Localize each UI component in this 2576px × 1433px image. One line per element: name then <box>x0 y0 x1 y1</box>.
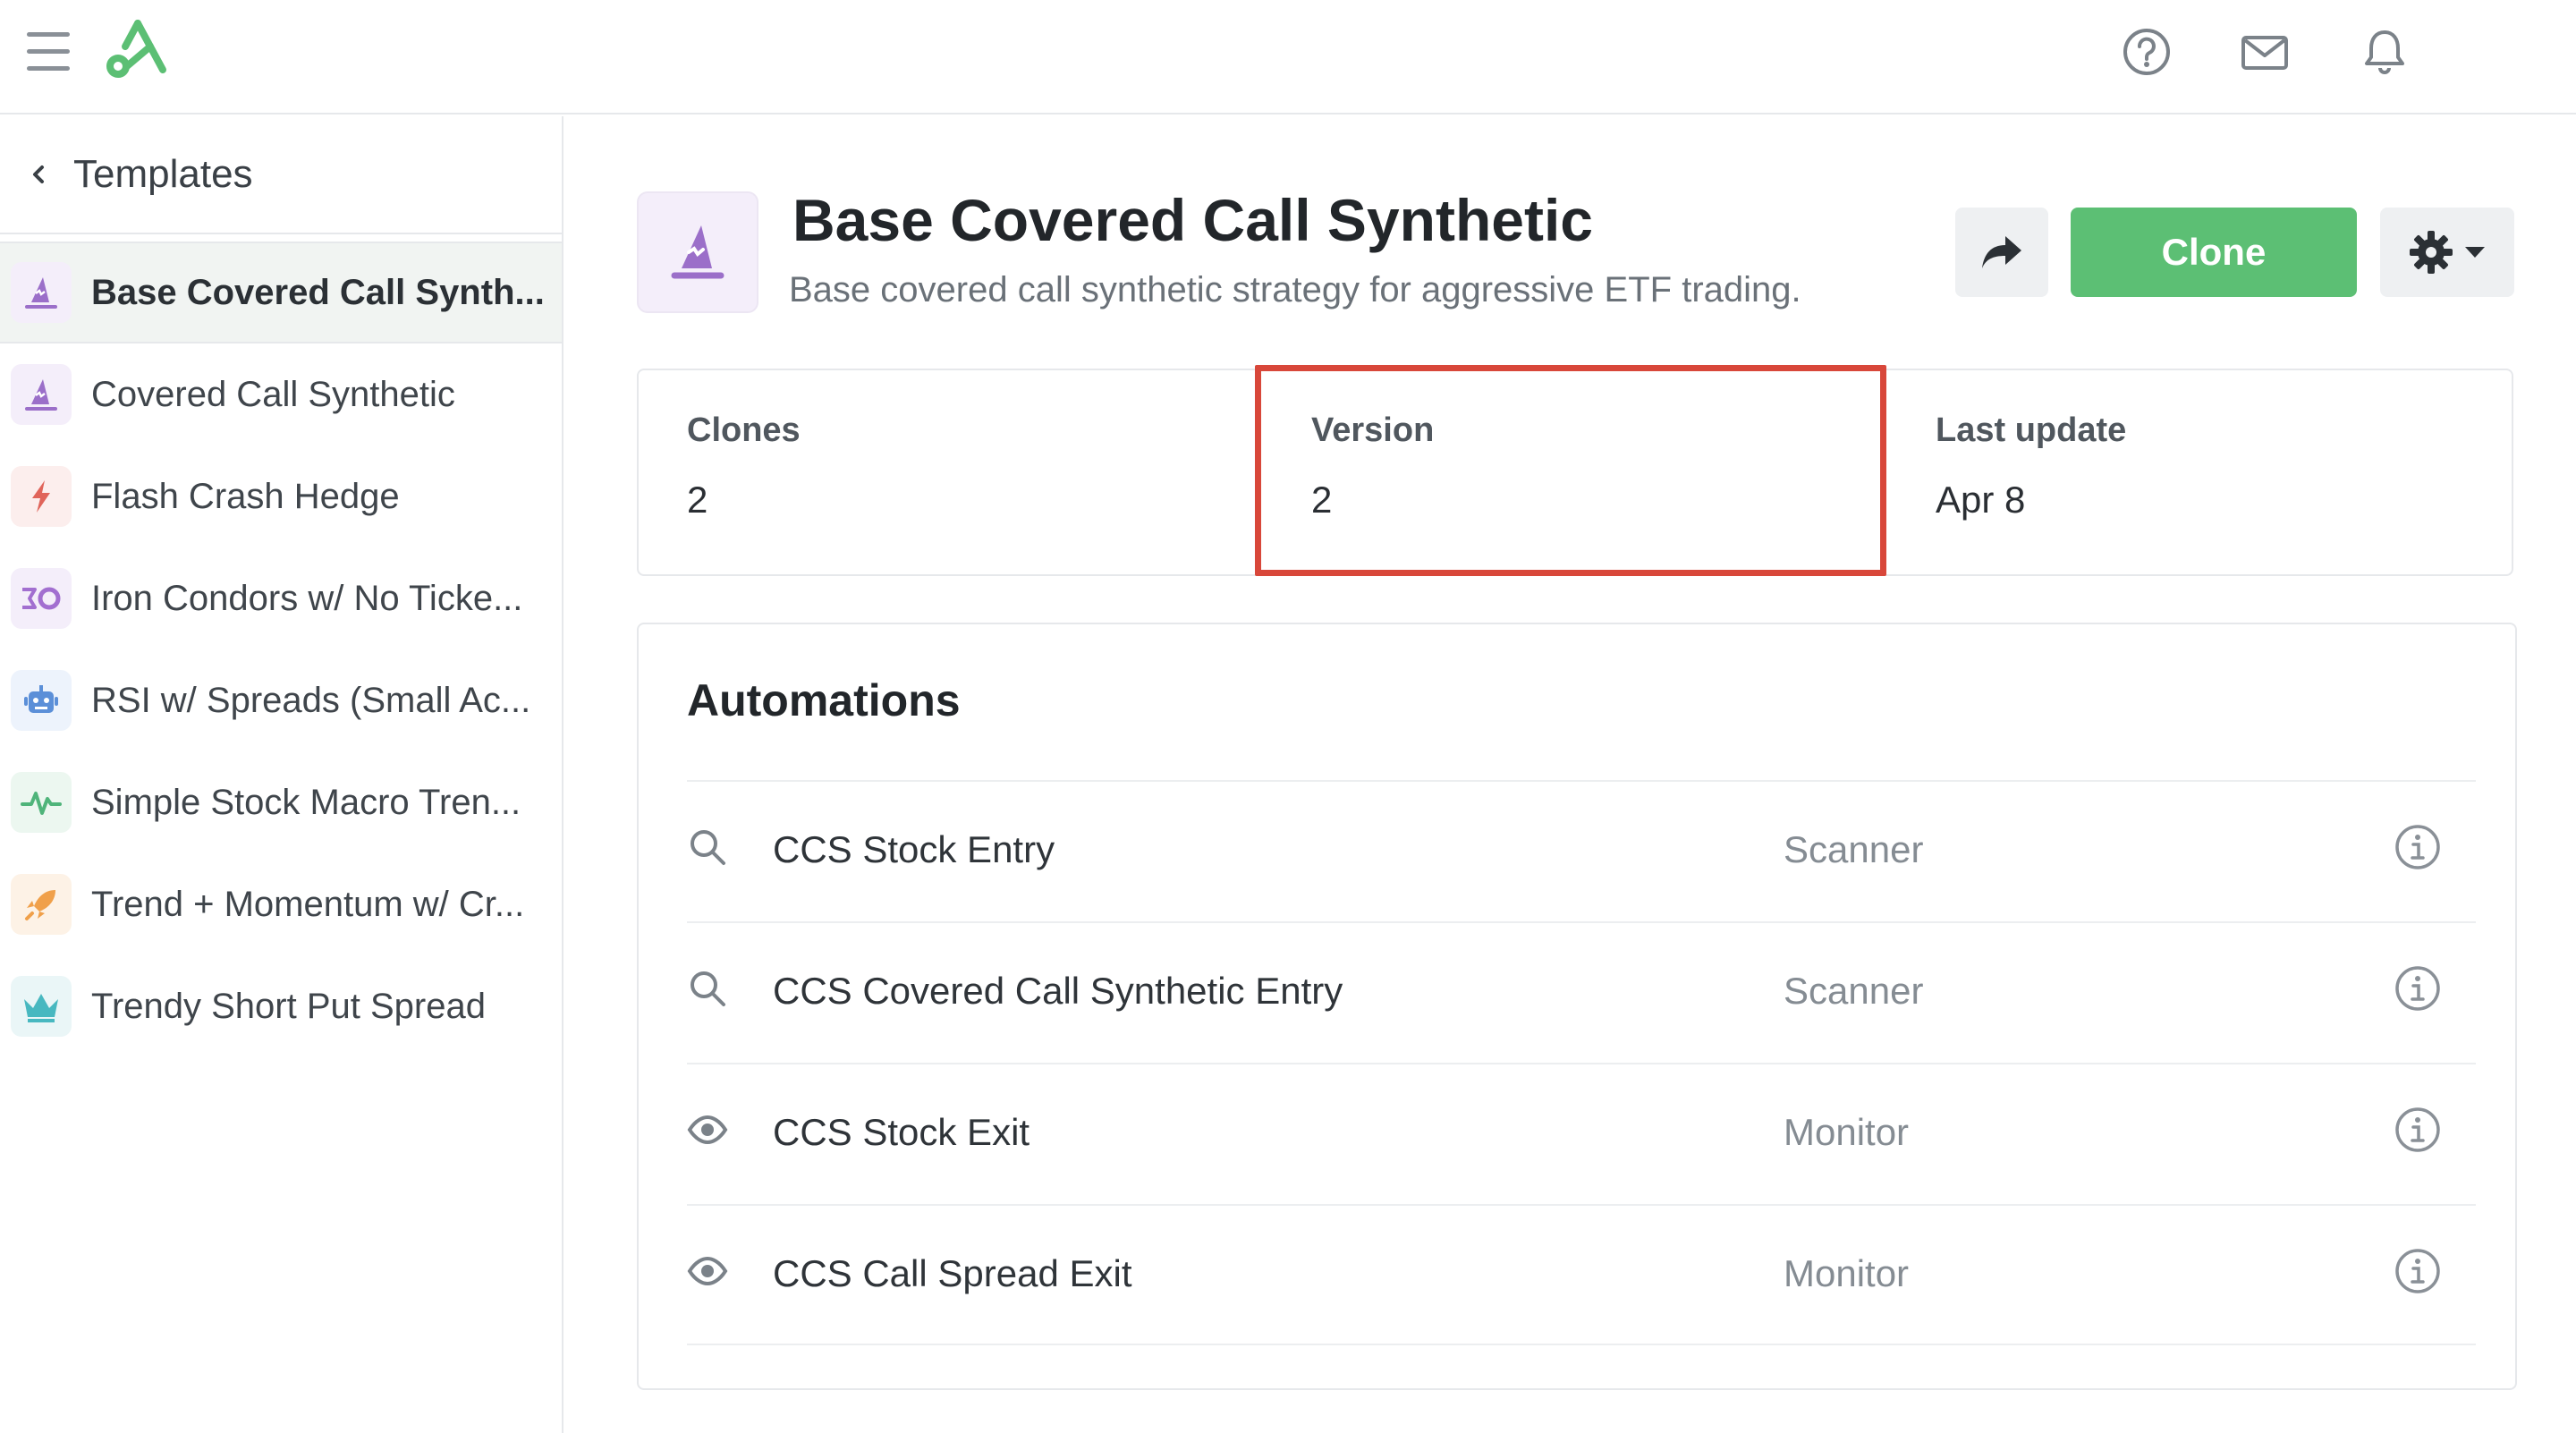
settings-dropdown-button[interactable] <box>2380 208 2514 297</box>
app-logo-icon[interactable] <box>104 16 172 81</box>
info-icon[interactable] <box>2394 823 2442 871</box>
template-list: Base Covered Call Synth... Covered Call S… <box>0 234 562 1057</box>
stat-value: 2 <box>687 479 708 521</box>
caret-down-icon <box>2465 247 2485 258</box>
automations-list: CCS Stock Entry Scanner CCS Covered Call S… <box>687 780 2476 1345</box>
stat-version: Version 2 <box>1263 370 1887 574</box>
info-icon[interactable] <box>2394 1247 2442 1295</box>
sidebar-item-label: Trendy Short Put Spread <box>91 986 486 1026</box>
rocket-icon <box>11 874 72 935</box>
sidebar-item-template[interactable]: Trend + Momentum w/ Cr... <box>0 853 562 955</box>
hamburger-menu-icon[interactable] <box>27 32 70 72</box>
search-icon <box>687 968 728 1009</box>
crown-icon <box>11 976 72 1037</box>
clone-button[interactable]: Clone <box>2071 208 2357 297</box>
share-button[interactable] <box>1955 208 2048 297</box>
automation-name[interactable]: CCS Stock Exit <box>773 1111 1030 1154</box>
stat-label: Version <box>1311 411 1435 449</box>
page-title: Base Covered Call Synthetic <box>792 187 1593 253</box>
bell-icon[interactable] <box>2358 25 2411 79</box>
top-bar <box>0 0 2576 114</box>
automation-row[interactable]: CCS Covered Call Synthetic Entry Scanner <box>687 921 2476 1063</box>
iron-condor-icon <box>11 568 72 629</box>
wizard-hat-icon <box>11 364 72 425</box>
page-description: Base covered call synthetic strategy for… <box>789 270 1801 309</box>
automation-type: Monitor <box>1784 1252 1910 1294</box>
sidebar-item-label: Covered Call Synthetic <box>91 374 455 414</box>
automations-title: Automations <box>687 675 961 725</box>
stat-last-update: Last update Apr 8 <box>1887 370 2512 574</box>
sidebar-title: Templates <box>73 152 253 196</box>
sidebar-item-template[interactable]: Base Covered Call Synth... <box>0 242 562 343</box>
sidebar-item-template[interactable]: Iron Condors w/ No Ticke... <box>0 547 562 649</box>
stat-value: Apr 8 <box>1936 479 2026 521</box>
stats-panel: Clones 2 Version 2 Last update Apr 8 <box>637 369 2513 576</box>
sidebar-item-template[interactable]: Simple Stock Macro Tren... <box>0 751 562 853</box>
mail-icon[interactable] <box>2238 25 2292 79</box>
main-content: Base Covered Call Synthetic Base covered… <box>565 116 2576 1433</box>
automation-name[interactable]: CCS Call Spread Exit <box>773 1252 1131 1295</box>
chevron-left-icon <box>33 165 44 183</box>
wizard-hat-icon <box>671 225 724 279</box>
automation-row[interactable]: CCS Call Spread Exit Monitor <box>687 1204 2476 1345</box>
automation-name[interactable]: CCS Stock Entry <box>773 828 1055 871</box>
sidebar-back-link[interactable]: Templates <box>0 116 562 234</box>
sidebar-item-label: RSI w/ Spreads (Small Ac... <box>91 680 531 720</box>
automation-type: Scanner <box>1784 970 1924 1012</box>
sidebar-item-label: Iron Condors w/ No Ticke... <box>91 578 523 618</box>
stat-label: Last update <box>1936 411 2127 449</box>
info-icon[interactable] <box>2394 1106 2442 1154</box>
automation-name[interactable]: CCS Covered Call Synthetic Entry <box>773 970 1343 1013</box>
automation-type: Scanner <box>1784 828 1924 870</box>
stat-value: 2 <box>1311 479 1333 521</box>
robot-icon <box>11 670 72 731</box>
eye-icon <box>687 1109 728 1150</box>
automation-type: Monitor <box>1784 1111 1910 1153</box>
automations-panel: Automations CCS Stock Entry Scanner CCS Co… <box>637 623 2517 1390</box>
stat-clones: Clones 2 <box>639 370 1263 574</box>
sidebar-item-label: Simple Stock Macro Tren... <box>91 782 521 822</box>
sidebar-item-template[interactable]: Covered Call Synthetic <box>0 343 562 445</box>
sidebar-item-template[interactable]: Flash Crash Hedge <box>0 445 562 547</box>
eye-icon <box>687 1251 728 1292</box>
wizard-hat-icon <box>11 262 72 323</box>
sidebar-item-template[interactable]: Trendy Short Put Spread <box>0 955 562 1057</box>
sidebar-item-label: Base Covered Call Synth... <box>91 272 545 312</box>
automation-row[interactable]: CCS Stock Exit Monitor <box>687 1063 2476 1204</box>
stat-label: Clones <box>687 411 801 449</box>
lightning-icon <box>11 466 72 527</box>
help-icon[interactable] <box>2120 25 2174 79</box>
sidebar-item-label: Trend + Momentum w/ Cr... <box>91 884 525 924</box>
sidebar-item-label: Flash Crash Hedge <box>91 476 400 516</box>
sidebar-item-template[interactable]: RSI w/ Spreads (Small Ac... <box>0 649 562 751</box>
gear-icon <box>2410 231 2453 274</box>
share-arrow-icon <box>1982 236 2021 268</box>
strategy-icon <box>637 191 758 313</box>
info-icon[interactable] <box>2394 964 2442 1013</box>
automation-row[interactable]: CCS Stock Entry Scanner <box>687 780 2476 921</box>
sidebar: Templates Base Covered Call Synth... Cove… <box>0 116 564 1433</box>
search-icon <box>687 827 728 868</box>
pulse-icon <box>11 772 72 833</box>
